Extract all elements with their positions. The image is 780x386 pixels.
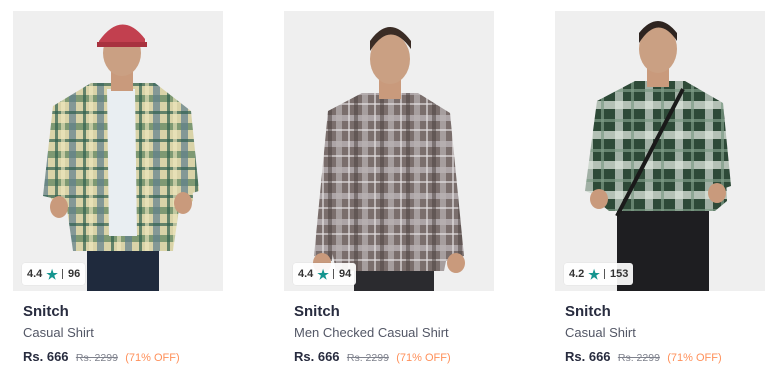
divider	[61, 269, 63, 279]
review-count: 94	[338, 268, 352, 280]
model-photo-icon	[284, 11, 494, 291]
product-image[interactable]: 4.2 ★ 153	[555, 11, 765, 291]
price-row: Rs. 666 Rs. 2299 (71% OFF)	[294, 348, 494, 366]
rating-value: 4.4	[298, 268, 314, 280]
rating-badge: 4.2 ★ 153	[564, 263, 634, 285]
rating-badge: 4.4 ★ 96	[22, 263, 86, 285]
price-row: Rs. 666 Rs. 2299 (71% OFF)	[23, 348, 223, 366]
rating-value: 4.2	[569, 268, 585, 280]
product-title: Casual Shirt	[565, 325, 636, 340]
product-discount: (71% OFF)	[125, 352, 180, 364]
product-price: Rs. 666	[565, 349, 611, 364]
review-count: 153	[609, 268, 629, 280]
star-icon: ★	[317, 266, 329, 282]
product-mrp: Rs. 2299	[346, 352, 389, 364]
divider	[332, 269, 334, 279]
product-mrp: Rs. 2299	[617, 352, 660, 364]
model-photo-icon	[555, 11, 765, 291]
product-card[interactable]: 4.4 ★ 96 Snitch Casual Shirt Rs. 666 Rs.…	[13, 11, 223, 381]
divider	[603, 269, 605, 279]
rating-badge: 4.4 ★ 94	[293, 263, 357, 285]
product-brand: Snitch	[565, 303, 611, 320]
product-image[interactable]: 4.4 ★ 96	[13, 11, 223, 291]
product-discount: (71% OFF)	[396, 352, 451, 364]
rating-value: 4.4	[27, 268, 43, 280]
product-card[interactable]: 4.4 ★ 94 Snitch Men Checked Casual Shirt…	[284, 11, 494, 381]
model-photo-icon	[13, 11, 223, 291]
price-row: Rs. 666 Rs. 2299 (71% OFF)	[565, 348, 765, 366]
product-discount: (71% OFF)	[667, 352, 722, 364]
product-grid: 4.4 ★ 96 Snitch Casual Shirt Rs. 666 Rs.…	[0, 0, 780, 386]
star-icon: ★	[588, 266, 600, 282]
product-title: Casual Shirt	[23, 325, 94, 340]
product-price: Rs. 666	[294, 349, 340, 364]
product-mrp: Rs. 2299	[75, 352, 118, 364]
review-count: 96	[67, 268, 81, 280]
product-title: Men Checked Casual Shirt	[294, 325, 449, 340]
product-card[interactable]: 4.2 ★ 153 Snitch Casual Shirt Rs. 666 Rs…	[555, 11, 765, 381]
product-brand: Snitch	[23, 303, 69, 320]
product-price: Rs. 666	[23, 349, 69, 364]
product-image[interactable]: 4.4 ★ 94	[284, 11, 494, 291]
star-icon: ★	[46, 266, 58, 282]
product-brand: Snitch	[294, 303, 340, 320]
